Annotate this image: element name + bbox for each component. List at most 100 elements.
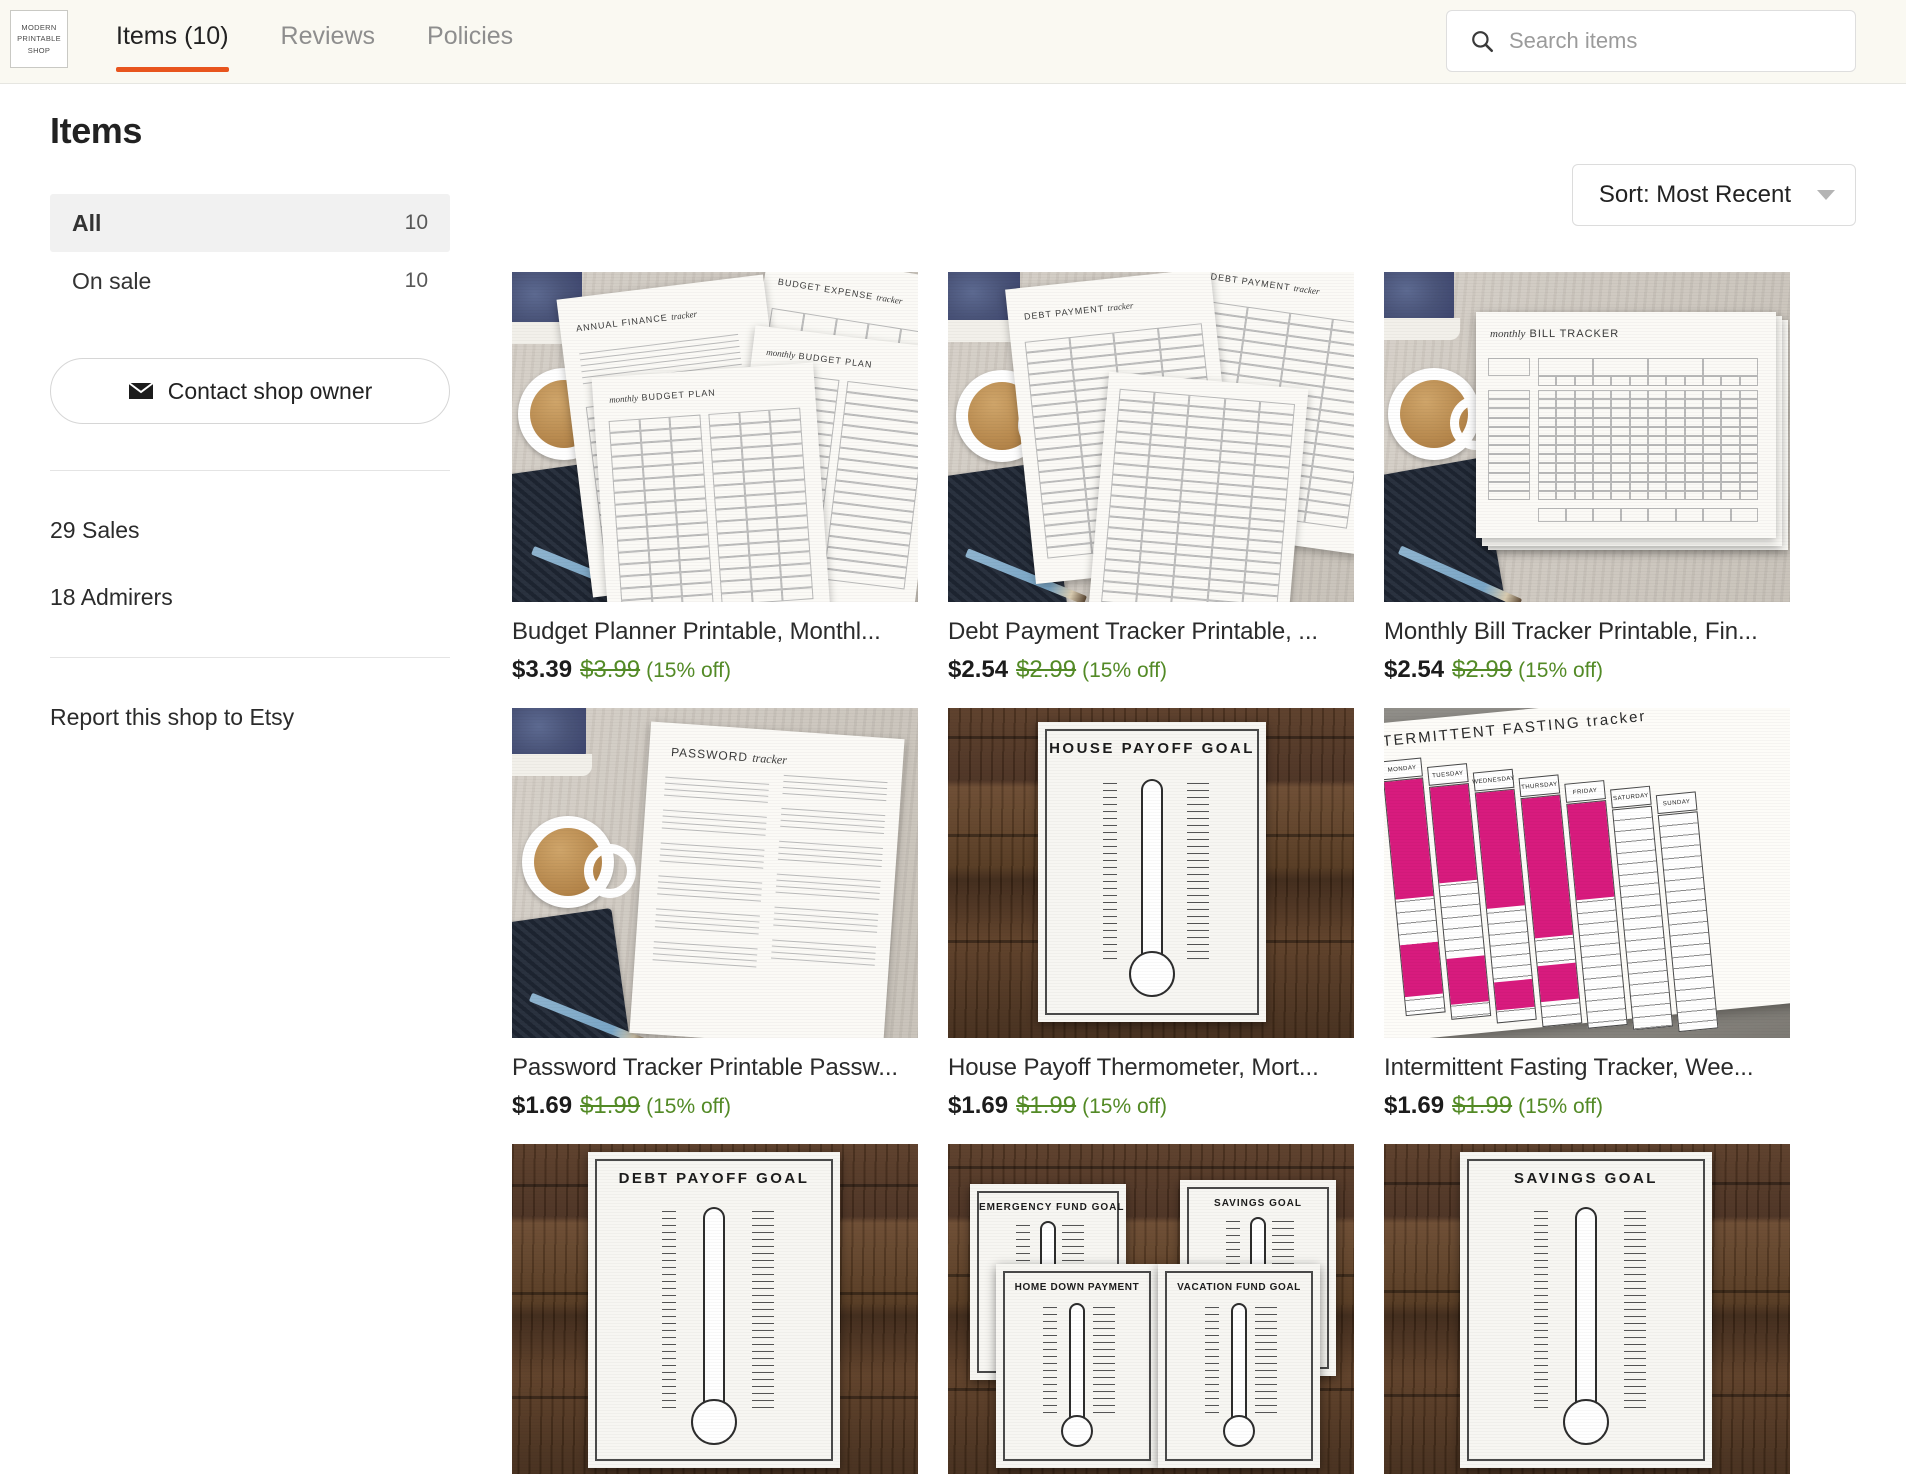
- report-shop-link[interactable]: Report this shop to Etsy: [50, 704, 294, 731]
- poster-title: SAVINGS GOAL: [1469, 1170, 1703, 1187]
- search-icon: [1469, 28, 1495, 54]
- debt-payment-sheets-image: DEBT PAYMENT tracker DEBT P: [948, 272, 1354, 602]
- sort-dropdown[interactable]: Sort: Most Recent: [1572, 164, 1856, 226]
- listing-sale-price: $2.54: [1384, 656, 1444, 683]
- house-payoff-thermometer-poster-image: HOUSE PAYOFF GOAL: [948, 708, 1354, 1038]
- if-tracker-title-text: INTERMITTENT FASTING tracker: [1384, 708, 1647, 752]
- tab-reviews[interactable]: Reviews: [255, 0, 401, 84]
- listing-price: $1.69 $1.99 (15% off): [1384, 1092, 1790, 1120]
- search-box[interactable]: [1446, 10, 1856, 72]
- listing-title: Intermittent Fasting Tracker, Wee...: [1384, 1054, 1790, 1082]
- listing-discount: (15% off): [1082, 659, 1167, 682]
- search-container: [1446, 10, 1856, 72]
- listing-title: Password Tracker Printable Passw...: [512, 1054, 918, 1082]
- shop-logo-line-2: PRINTABLE: [17, 33, 61, 44]
- listing-discount: (15% off): [646, 1095, 731, 1118]
- shop-logo[interactable]: MODERN PRINTABLE SHOP: [10, 10, 68, 68]
- listing-thumbnail: EMERGENCY FUND GOAL: [948, 1144, 1354, 1474]
- if-tracker-title: INTERMITTENT FASTING tracker: [1384, 708, 1790, 752]
- listing-thumbnail: DEBT PAYMENT tracker DEBT P: [948, 272, 1354, 602]
- listing-card[interactable]: DEBT PAYOFF GOAL Debt: [512, 1144, 918, 1483]
- if-col-header: FRIDAY: [1564, 780, 1606, 803]
- listing-price: $2.54 $2.99 (15% off): [1384, 656, 1790, 684]
- listing-card[interactable]: DEBT PAYMENT tracker DEBT P: [948, 272, 1354, 684]
- page-body: Items All 10 On sale 10 Contact shop own…: [0, 84, 1906, 1483]
- listing-card[interactable]: PASSWORD tracker: [512, 708, 918, 1120]
- listing-sale-price: $1.69: [1384, 1092, 1444, 1119]
- sort-dropdown-label: Sort: Most Recent: [1599, 181, 1791, 209]
- savings-goal-thermometer-poster-image: SAVINGS GOAL: [1384, 1144, 1790, 1474]
- monthly-bill-tracker-sheet-image: monthly BILL TRACKER: [1384, 272, 1790, 602]
- listing-original-price: $2.99: [1452, 656, 1512, 683]
- listing-price: $1.69 $1.99 (15% off): [512, 1092, 918, 1120]
- listing-thumbnail: BUDGET EXPENSE tracker ANNUAL FINANCE tr…: [512, 272, 918, 602]
- if-col-header: SUNDAY: [1656, 791, 1698, 814]
- sort-container: Sort: Most Recent: [1572, 164, 1856, 226]
- sidebar-item-all-count: 10: [405, 211, 428, 235]
- tab-reviews-label: Reviews: [281, 22, 375, 50]
- listing-card[interactable]: EMERGENCY FUND GOAL: [948, 1144, 1354, 1483]
- listing-price: $3.39 $3.99 (15% off): [512, 656, 918, 684]
- listing-discount: (15% off): [646, 659, 731, 682]
- sidebar-item-on-sale[interactable]: On sale 10: [50, 252, 450, 310]
- listing-card[interactable]: HOUSE PAYOFF GOAL Hou: [948, 708, 1354, 1120]
- filter-list: All 10 On sale 10: [50, 194, 450, 310]
- shop-tabs: Items (10) Reviews Policies: [90, 0, 539, 84]
- listing-original-price: $3.99: [580, 656, 640, 683]
- listing-thumbnail: HOUSE PAYOFF GOAL: [948, 708, 1354, 1038]
- listing-thumbnail: DEBT PAYOFF GOAL: [512, 1144, 918, 1474]
- listing-card[interactable]: BUDGET EXPENSE tracker ANNUAL FINANCE tr…: [512, 272, 918, 684]
- sidebar-item-on-sale-count: 10: [405, 269, 428, 293]
- sidebar-item-on-sale-label: On sale: [72, 268, 151, 295]
- poster-title: SAVINGS GOAL: [1189, 1198, 1327, 1209]
- listing-sale-price: $3.39: [512, 656, 572, 683]
- budget-planner-sheets-image: BUDGET EXPENSE tracker ANNUAL FINANCE tr…: [512, 272, 918, 602]
- listing-discount: (15% off): [1518, 659, 1603, 682]
- poster-title: DEBT PAYOFF GOAL: [597, 1170, 831, 1187]
- listing-original-price: $1.99: [580, 1092, 640, 1119]
- listing-thumbnail: monthly BILL TRACKER: [1384, 272, 1790, 602]
- sidebar-item-all[interactable]: All 10: [50, 194, 450, 252]
- poster-title: HOUSE PAYOFF GOAL: [1047, 740, 1257, 757]
- contact-shop-owner-button[interactable]: Contact shop owner: [50, 358, 450, 424]
- top-navigation-bar: MODERN PRINTABLE SHOP Items (10) Reviews…: [0, 0, 1906, 84]
- listing-card[interactable]: SAVINGS GOAL Savings: [1384, 1144, 1790, 1483]
- listing-price: $2.54 $2.99 (15% off): [948, 656, 1354, 684]
- tab-policies[interactable]: Policies: [401, 0, 539, 84]
- search-input[interactable]: [1509, 28, 1829, 54]
- listing-discount: (15% off): [1518, 1095, 1603, 1118]
- chevron-down-icon: [1817, 190, 1835, 200]
- listings-grid: BUDGET EXPENSE tracker ANNUAL FINANCE tr…: [512, 272, 1856, 1483]
- poster-title: HOME DOWN PAYMENT: [1005, 1282, 1149, 1293]
- listing-original-price: $1.99: [1452, 1092, 1512, 1119]
- shop-logo-line-1: MODERN: [21, 22, 56, 33]
- listing-original-price: $2.99: [1016, 656, 1076, 683]
- listing-original-price: $1.99: [1016, 1092, 1076, 1119]
- listing-card[interactable]: INTERMITTENT FASTING tracker MONDAY TUES…: [1384, 708, 1790, 1120]
- mail-icon: [128, 381, 154, 401]
- listing-thumbnail: INTERMITTENT FASTING tracker MONDAY TUES…: [1384, 708, 1790, 1038]
- sidebar-divider-bottom: [50, 657, 450, 658]
- sidebar-divider-top: [50, 470, 450, 471]
- sidebar: Items All 10 On sale 10 Contact shop own…: [50, 84, 500, 1483]
- contact-shop-owner-label: Contact shop owner: [168, 378, 373, 405]
- if-col-header: THURSDAY: [1519, 774, 1561, 797]
- if-col-header: MONDAY: [1384, 758, 1423, 781]
- tab-items-label: Items (10): [116, 22, 229, 50]
- listing-card[interactable]: monthly BILL TRACKER: [1384, 272, 1790, 684]
- intermittent-fasting-tracker-sheet-image: INTERMITTENT FASTING tracker MONDAY TUES…: [1384, 708, 1790, 1038]
- listing-sale-price: $1.69: [512, 1092, 572, 1119]
- listing-sale-price: $2.54: [948, 656, 1008, 683]
- listing-thumbnail: SAVINGS GOAL: [1384, 1144, 1790, 1474]
- listing-sale-price: $1.69: [948, 1092, 1008, 1119]
- listing-discount: (15% off): [1082, 1095, 1167, 1118]
- poster-title: EMERGENCY FUND GOAL: [979, 1202, 1117, 1213]
- tab-items[interactable]: Items (10): [90, 0, 255, 84]
- savings-thermometer-bundle-posters-image: EMERGENCY FUND GOAL: [948, 1144, 1354, 1474]
- listing-title: House Payoff Thermometer, Mort...: [948, 1054, 1354, 1082]
- debt-payoff-thermometer-poster-image: DEBT PAYOFF GOAL: [512, 1144, 918, 1474]
- sidebar-item-all-label: All: [72, 210, 101, 237]
- sales-count: 29 Sales: [50, 517, 500, 544]
- password-tracker-sheet-image: PASSWORD tracker: [512, 708, 918, 1038]
- listing-title: Budget Planner Printable, Monthl...: [512, 618, 918, 646]
